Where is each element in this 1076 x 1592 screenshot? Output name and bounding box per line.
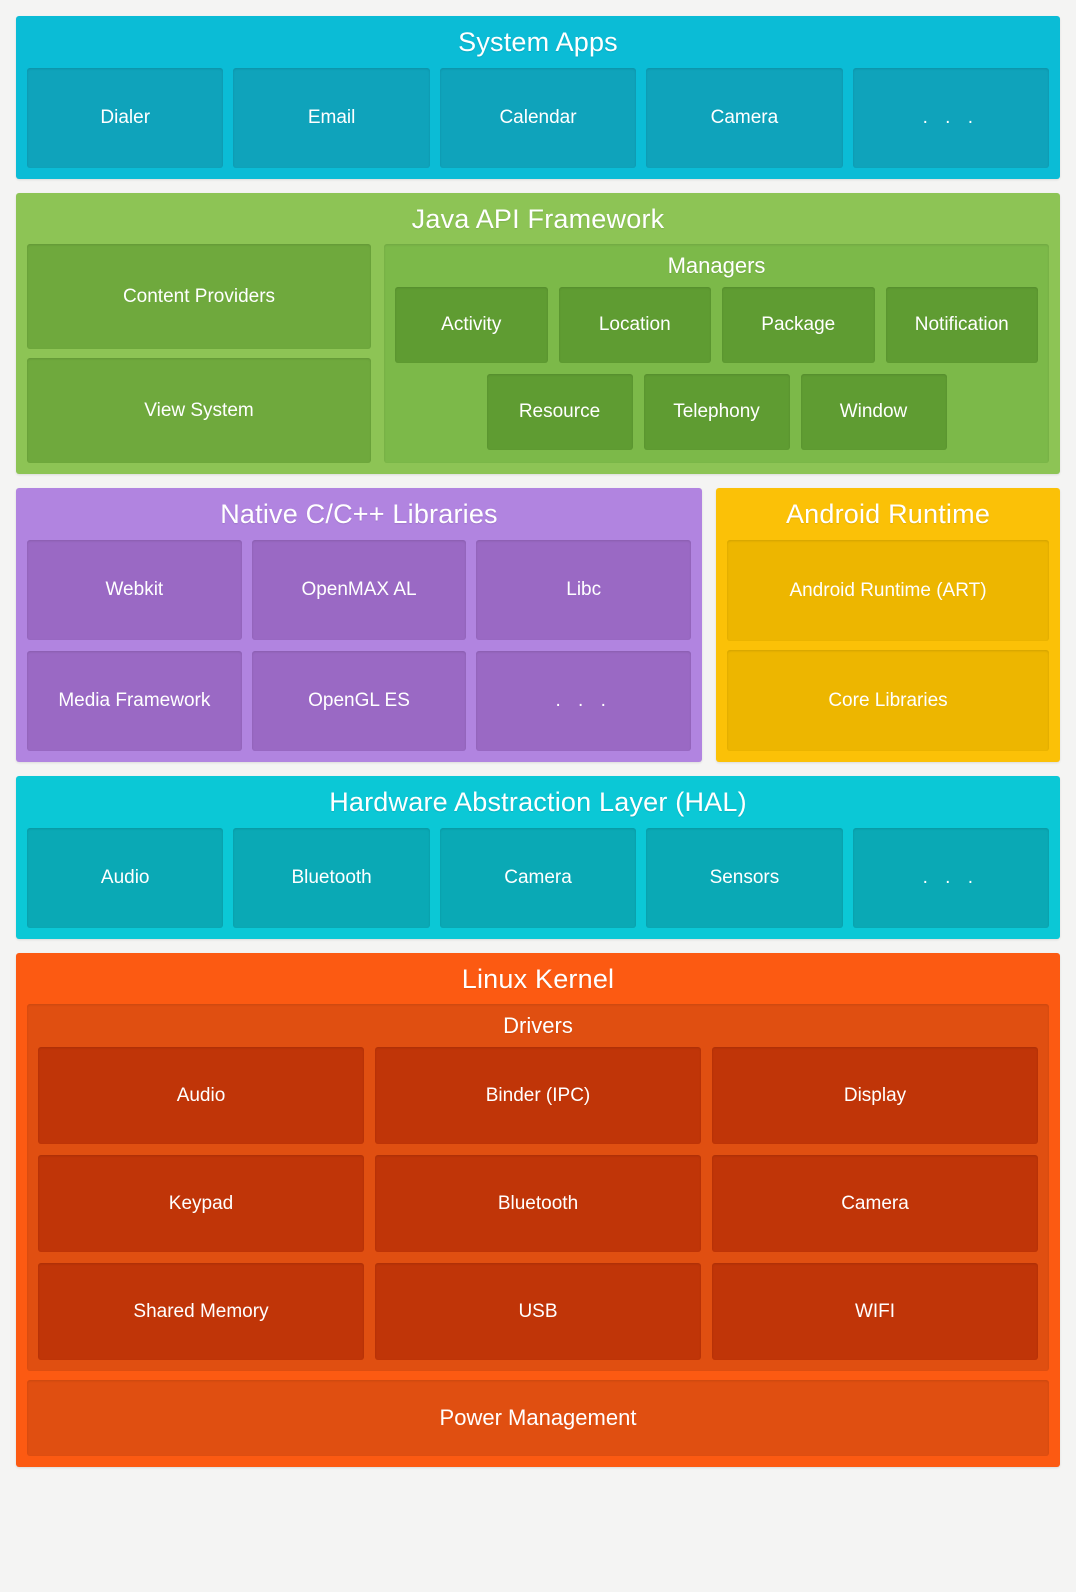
layer-title-hal: Hardware Abstraction Layer (HAL)	[329, 787, 747, 818]
tile-telephony-manager: Telephony	[643, 374, 790, 451]
tile-hal-more: . . .	[852, 827, 1050, 928]
tile-webkit: Webkit	[27, 540, 242, 641]
layer-native-libraries: Native C/C++ Libraries Webkit OpenMAX AL…	[16, 488, 702, 763]
system-apps-tile-row: Dialer Email Calendar Camera . . .	[16, 67, 1060, 179]
managers-panel: Managers Activity Location Package Notif…	[384, 244, 1049, 464]
tile-location-manager: Location	[558, 287, 711, 364]
tile-openmax-al: OpenMAX AL	[251, 540, 467, 641]
layer-linux-kernel: Linux Kernel Drivers Audio Binder (IPC) …	[16, 952, 1060, 1468]
tile-notification-manager: Notification	[885, 287, 1038, 364]
layer-system-apps: System Apps Dialer Email Calendar Camera…	[16, 16, 1060, 179]
layer-title-linux-kernel: Linux Kernel	[461, 963, 615, 994]
layer-title-system-apps: System Apps	[458, 27, 618, 57]
managers-row-2: Resource Telephony Window	[384, 374, 1049, 463]
tile-driver-bluetooth: Bluetooth	[375, 1155, 701, 1253]
managers-panel-title: Managers	[667, 253, 766, 279]
layer-java-api-framework: Java API Framework Content Providers Vie…	[16, 192, 1060, 475]
tile-hal-sensors: Sensors	[646, 827, 843, 928]
tile-media-framework: Media Framework	[27, 651, 242, 752]
tile-driver-usb: USB	[375, 1263, 701, 1361]
layer-title-android-runtime: Android Runtime	[785, 499, 991, 530]
android-runtime-tiles: Android Runtime (ART) Core Libraries	[716, 540, 1060, 762]
tile-activity-manager: Activity	[395, 287, 548, 364]
drivers-grid: Audio Binder (IPC) Display Keypad Blueto…	[27, 1047, 1049, 1371]
middle-layer-row: Native C/C++ Libraries Webkit OpenMAX AL…	[16, 488, 1060, 763]
drivers-panel-title: Drivers	[503, 1013, 573, 1039]
tile-android-runtime-art: Android Runtime (ART)	[727, 540, 1049, 642]
java-framework-left-column: Content Providers View System	[27, 244, 371, 464]
tile-package-manager: Package	[722, 287, 875, 364]
tile-driver-wifi: WIFI	[712, 1263, 1038, 1361]
hal-tile-row: Audio Bluetooth Camera Sensors . . .	[16, 827, 1060, 939]
managers-row-1: Activity Location Package Notification	[384, 287, 1049, 374]
tile-hal-bluetooth: Bluetooth	[233, 827, 430, 928]
power-management-bar: Power Management	[27, 1380, 1049, 1457]
native-libraries-row-2: Media Framework OpenGL ES . . .	[16, 651, 702, 762]
tile-driver-display: Display	[712, 1047, 1038, 1145]
tile-camera: Camera	[646, 67, 843, 168]
tile-libc: Libc	[476, 540, 692, 641]
tile-calendar: Calendar	[439, 67, 637, 168]
tile-hal-camera: Camera	[439, 827, 637, 928]
tile-hal-audio: Audio	[27, 827, 224, 928]
tile-more-native-libraries: . . .	[476, 651, 692, 752]
tile-driver-audio: Audio	[38, 1047, 364, 1145]
layer-android-runtime: Android Runtime Android Runtime (ART) Co…	[716, 488, 1060, 763]
native-libraries-row-1: Webkit OpenMAX AL Libc	[16, 540, 702, 651]
tile-driver-binder-ipc: Binder (IPC)	[375, 1047, 701, 1145]
tile-opengl-es: OpenGL ES	[251, 651, 467, 752]
tile-driver-keypad: Keypad	[38, 1155, 364, 1253]
tile-core-libraries: Core Libraries	[727, 650, 1049, 752]
tile-driver-shared-memory: Shared Memory	[38, 1263, 364, 1361]
android-architecture-diagram: System Apps Dialer Email Calendar Camera…	[0, 0, 1076, 1592]
tile-resource-manager: Resource	[486, 374, 633, 451]
layer-hardware-abstraction: Hardware Abstraction Layer (HAL) Audio B…	[16, 776, 1060, 939]
tile-window-manager: Window	[800, 374, 947, 451]
tile-email: Email	[233, 67, 430, 168]
tile-driver-camera: Camera	[712, 1155, 1038, 1253]
tile-more-apps: . . .	[852, 67, 1050, 168]
tile-content-providers: Content Providers	[27, 244, 371, 350]
tile-view-system: View System	[27, 358, 371, 464]
tile-dialer: Dialer	[27, 67, 224, 168]
layer-title-native-libraries: Native C/C++ Libraries	[220, 499, 498, 530]
layer-title-java-api-framework: Java API Framework	[411, 203, 665, 234]
drivers-panel: Drivers Audio Binder (IPC) Display Keypa…	[27, 1004, 1049, 1372]
java-framework-body: Content Providers View System Managers A…	[16, 244, 1060, 474]
